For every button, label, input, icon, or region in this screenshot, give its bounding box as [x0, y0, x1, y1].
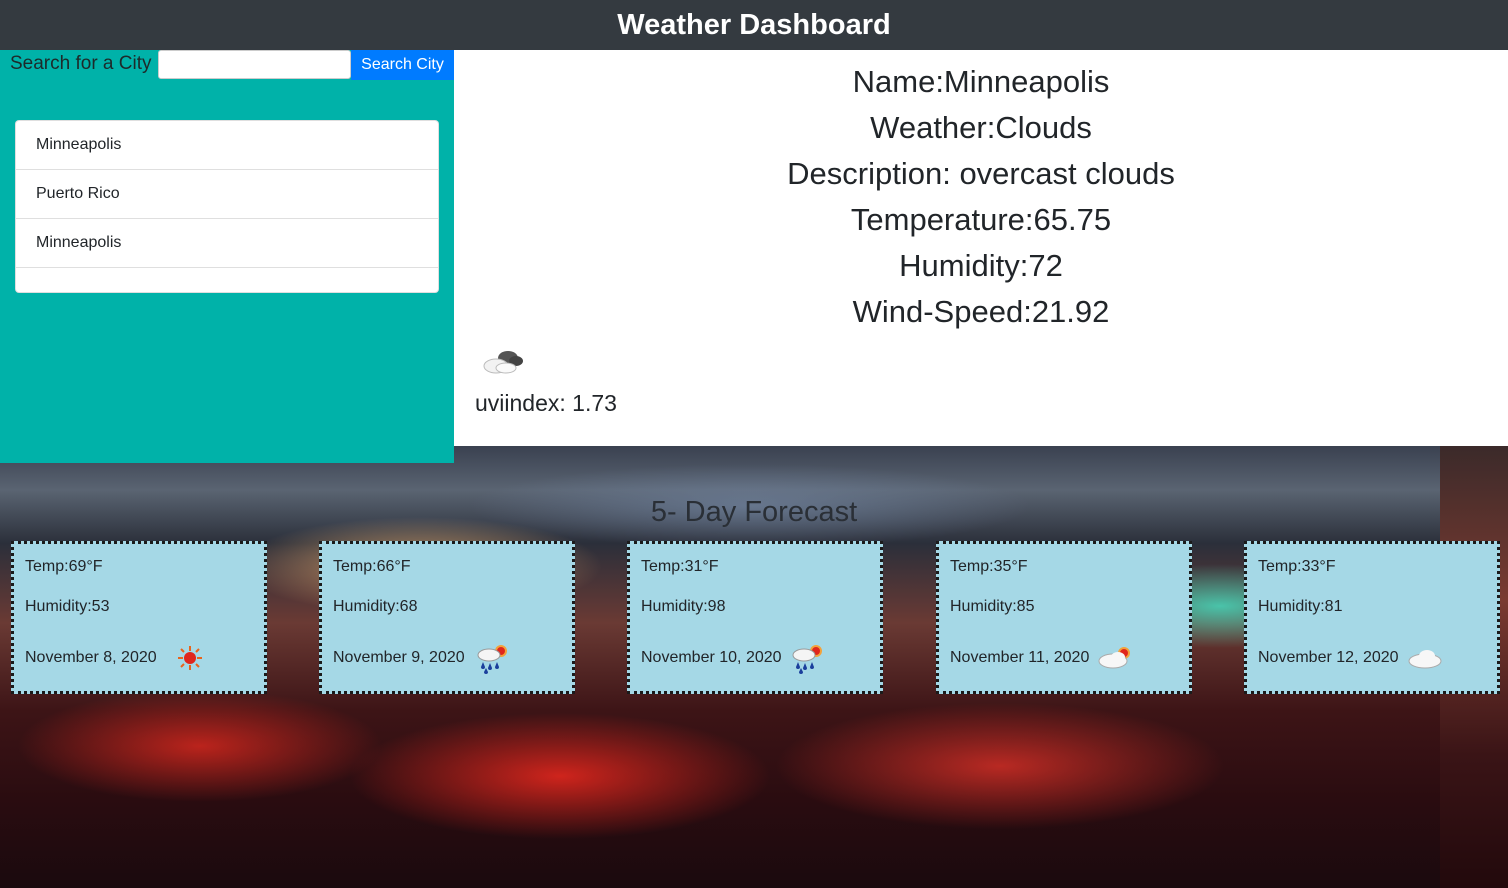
forecast-date: November 8, 2020 — [25, 649, 157, 666]
forecast-date: November 11, 2020 — [950, 649, 1090, 666]
cloudy-icon — [483, 351, 523, 374]
forecast-humidity: Humidity:81 — [1258, 598, 1343, 615]
search-city-button[interactable]: Search City — [351, 50, 454, 80]
cloud-sun-icon — [1098, 647, 1130, 669]
forecast-temp: Temp:69°F — [25, 558, 103, 575]
humidity: Humidity:72 — [899, 248, 1063, 283]
forecast-temp: Temp:33°F — [1258, 558, 1336, 575]
forecast-temp: Temp:66°F — [333, 558, 411, 575]
search-sidebar: Search for a City Search City Minneapoli… — [0, 50, 454, 463]
search-label: Search for a City — [10, 53, 152, 74]
history-item[interactable]: Minneapolis — [16, 219, 438, 268]
forecast-card: Temp:33°F Humidity:81 November 12, 2020 — [1244, 541, 1500, 694]
temperature: Temperature:65.75 — [850, 202, 1112, 237]
forecast-card: Temp:35°F Humidity:85 November 11, 2020 — [936, 541, 1192, 694]
city-name: Name:Minneapolis — [852, 64, 1110, 99]
forecast-title: 5- Day Forecast — [650, 496, 858, 528]
search-form: Search for a City Search City — [0, 50, 454, 80]
forecast-humidity: Humidity:85 — [950, 598, 1035, 615]
forecast-date: November 10, 2020 — [641, 649, 782, 666]
city-search-input[interactable] — [158, 50, 351, 79]
rain-sun-icon — [792, 645, 822, 674]
app-header: Weather Dashboard — [0, 0, 1508, 50]
forecast-humidity: Humidity:53 — [25, 598, 110, 615]
forecast-humidity: Humidity:98 — [641, 598, 726, 615]
sun-icon — [178, 646, 202, 670]
forecast-date: November 12, 2020 — [1258, 649, 1399, 666]
forecast-card: Temp:31°F Humidity:98 November 10, 2020 — [627, 541, 883, 694]
search-history-list: Minneapolis Puerto Rico Minneapolis — [15, 120, 439, 293]
forecast-card: Temp:66°F Humidity:68 November 9, 2020 — [319, 541, 575, 694]
cloud-icon — [1408, 650, 1442, 669]
history-item[interactable]: Minneapolis — [16, 121, 438, 170]
weather-main: Weather:Clouds — [870, 110, 1092, 145]
history-item[interactable]: Puerto Rico — [16, 170, 438, 219]
forecast-date: November 9, 2020 — [333, 649, 465, 666]
forecast-card: Temp:69°F Humidity:53 November 8, 2020 — [11, 541, 267, 694]
app-title: Weather Dashboard — [617, 8, 891, 41]
current-weather-panel: Name:Minneapolis Weather:Clouds Descript… — [454, 50, 1508, 446]
uv-index: uviindex: 1.73 — [475, 390, 617, 416]
weather-description: Description: overcast clouds — [787, 156, 1175, 191]
forecast-humidity: Humidity:68 — [333, 598, 418, 615]
forecast-temp: Temp:31°F — [641, 558, 719, 575]
rain-sun-icon — [477, 645, 507, 674]
forecast-temp: Temp:35°F — [950, 558, 1028, 575]
wind-speed: Wind-Speed:21.92 — [852, 294, 1110, 329]
